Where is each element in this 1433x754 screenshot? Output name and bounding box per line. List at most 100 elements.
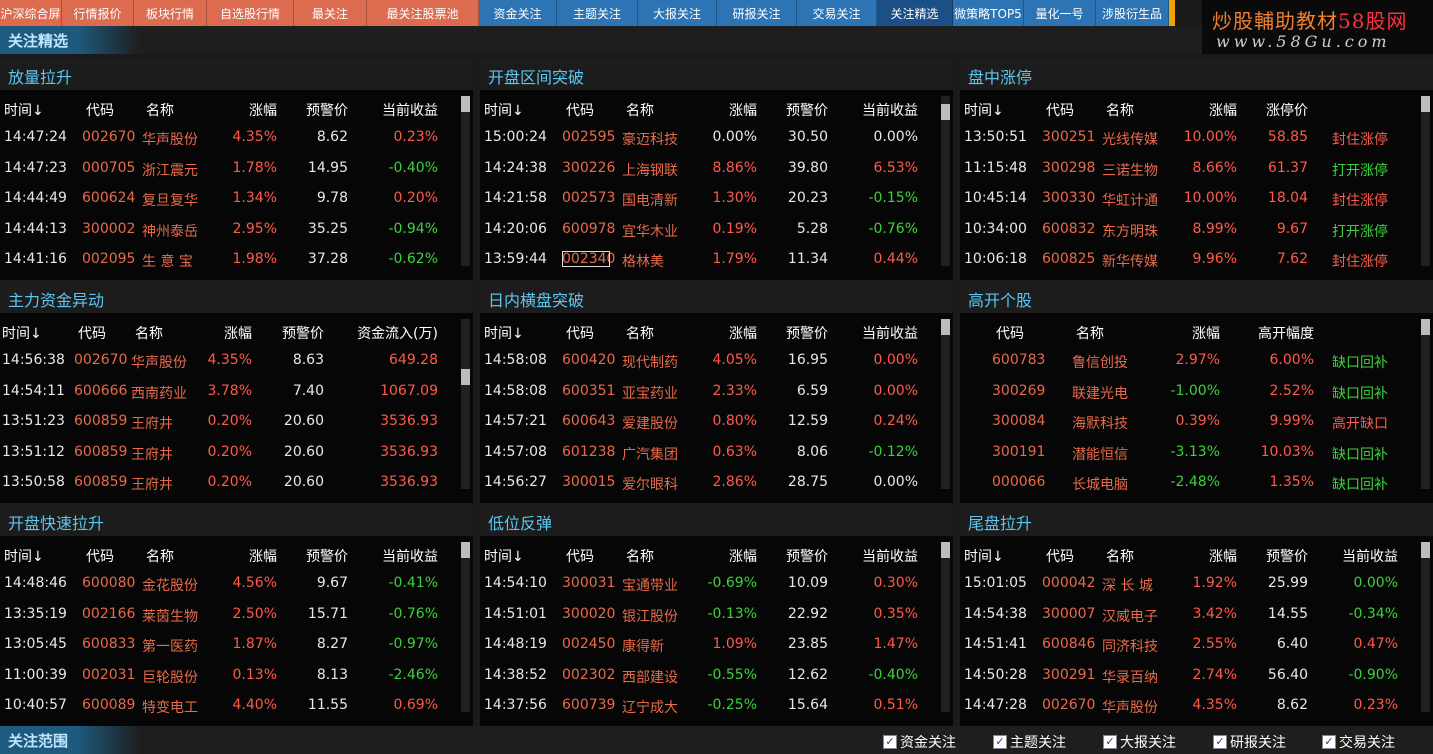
- column-header[interactable]: 涨幅: [705, 546, 757, 566]
- column-header[interactable]: 涨幅: [705, 100, 757, 120]
- column-header[interactable]: 当前收益: [352, 546, 438, 566]
- column-header[interactable]: 名称: [626, 323, 706, 343]
- checkbox-box[interactable]: ✓: [993, 735, 1007, 749]
- scrollbar-thumb[interactable]: [461, 542, 470, 558]
- table-row[interactable]: 11:00:39 002031 巨轮股份 0.13% 8.13 -2.46%: [0, 667, 455, 691]
- checkbox-box[interactable]: ✓: [883, 735, 897, 749]
- column-header[interactable]: 涨幅: [1185, 546, 1237, 566]
- column-header[interactable]: 代码: [86, 100, 138, 120]
- column-header[interactable]: 代码: [996, 323, 1048, 343]
- column-header[interactable]: 代码: [566, 546, 618, 566]
- scrollbar[interactable]: [461, 319, 470, 489]
- tab-6[interactable]: 资金关注: [479, 0, 557, 26]
- table-row[interactable]: 13:50:58 600859 王府井 0.20% 20.60 3536.93: [0, 474, 455, 498]
- checkbox-2[interactable]: ✓ 大报关注: [1103, 732, 1176, 752]
- scrollbar[interactable]: [941, 542, 950, 712]
- checkbox-0[interactable]: ✓ 资金关注: [883, 732, 956, 752]
- tab-0[interactable]: 沪深综合屏: [0, 0, 62, 26]
- table-row[interactable]: 14:51:41 600846 同济科技 2.55% 6.40 0.47%: [960, 636, 1415, 660]
- column-header[interactable]: 资金流入(万): [330, 323, 438, 343]
- table-row[interactable]: 10:40:57 600089 特变电工 4.40% 11.55 0.69%: [0, 697, 455, 721]
- table-row[interactable]: 13:51:23 600859 王府井 0.20% 20.60 3536.93: [0, 413, 455, 437]
- table-row[interactable]: 14:48:46 600080 金花股份 4.56% 9.67 -0.41%: [0, 575, 455, 599]
- table-row[interactable]: 13:59:44 002340 格林美 1.79% 11.34 0.44%: [480, 251, 935, 275]
- column-header[interactable]: 名称: [146, 100, 226, 120]
- table-row[interactable]: 15:00:24 002595 豪迈科技 0.00% 30.50 0.00%: [480, 129, 935, 153]
- table-row[interactable]: 14:58:08 600351 亚宝药业 2.33% 6.59 0.00%: [480, 383, 935, 407]
- tab-10[interactable]: 交易关注: [797, 0, 877, 26]
- table-row[interactable]: 14:20:06 600978 宜华木业 0.19% 5.28 -0.76%: [480, 221, 935, 245]
- column-header[interactable]: 名称: [146, 546, 226, 566]
- column-header[interactable]: 代码: [1046, 100, 1098, 120]
- checkbox-box[interactable]: ✓: [1103, 735, 1117, 749]
- checkbox-box[interactable]: ✓: [1322, 735, 1336, 749]
- tab-14[interactable]: 涉股衍生品: [1096, 0, 1169, 26]
- checkbox-4[interactable]: ✓ 交易关注: [1322, 732, 1395, 752]
- table-row[interactable]: 10:06:18 600825 新华传媒 9.96% 7.62 封住涨停: [960, 251, 1415, 275]
- table-row[interactable]: 14:54:10 300031 宝通带业 -0.69% 10.09 0.30%: [480, 575, 935, 599]
- column-header[interactable]: 时间↓: [484, 323, 554, 343]
- scrollbar[interactable]: [941, 319, 950, 489]
- table-row[interactable]: 13:35:19 002166 莱茵生物 2.50% 15.71 -0.76%: [0, 606, 455, 630]
- table-row[interactable]: 14:54:11 600666 西南药业 3.78% 7.40 1067.09: [0, 383, 455, 407]
- column-header[interactable]: 当前收益: [1312, 546, 1398, 566]
- column-header[interactable]: 涨幅: [1160, 323, 1220, 343]
- column-header[interactable]: 时间↓: [2, 323, 72, 343]
- table-row[interactable]: 14:21:58 002573 国电清新 1.30% 20.23 -0.15%: [480, 190, 935, 214]
- column-header[interactable]: 预警价: [258, 323, 324, 343]
- table-row[interactable]: 14:44:13 300002 神州泰岳 2.95% 35.25 -0.94%: [0, 221, 455, 245]
- tab-12[interactable]: 微策略TOP5: [953, 0, 1024, 26]
- checkbox-3[interactable]: ✓ 研报关注: [1213, 732, 1286, 752]
- column-header[interactable]: 当前收益: [832, 323, 918, 343]
- scrollbar[interactable]: [1421, 542, 1430, 712]
- column-header[interactable]: 当前收益: [832, 100, 918, 120]
- column-header[interactable]: 时间↓: [484, 546, 554, 566]
- tab-3[interactable]: 自选股行情: [207, 0, 294, 26]
- scrollbar[interactable]: [461, 96, 470, 266]
- column-header[interactable]: 涨幅: [225, 100, 277, 120]
- column-header[interactable]: 高开幅度: [1240, 323, 1314, 343]
- table-row[interactable]: 10:34:00 600832 东方明珠 8.99% 9.67 打开涨停: [960, 221, 1415, 245]
- column-header[interactable]: 涨幅: [705, 323, 757, 343]
- scrollbar-thumb[interactable]: [1421, 319, 1430, 335]
- table-row[interactable]: 13:50:51 300251 光线传媒 10.00% 58.85 封住涨停: [960, 129, 1415, 153]
- tab-5[interactable]: 最关注股票池: [367, 0, 479, 26]
- checkbox-1[interactable]: ✓ 主题关注: [993, 732, 1066, 752]
- column-header[interactable]: 涨幅: [1175, 100, 1237, 120]
- column-header[interactable]: 时间↓: [964, 546, 1034, 566]
- scrollbar-thumb[interactable]: [941, 542, 950, 558]
- column-header[interactable]: 名称: [1106, 100, 1186, 120]
- checkbox-box[interactable]: ✓: [1213, 735, 1227, 749]
- table-row[interactable]: 14:44:49 600624 复旦复华 1.34% 9.78 0.20%: [0, 190, 455, 214]
- scrollbar[interactable]: [941, 96, 950, 266]
- table-row[interactable]: 14:37:56 600739 辽宁成大 -0.25% 15.64 0.51%: [480, 697, 935, 721]
- scrollbar-thumb[interactable]: [461, 96, 470, 112]
- column-header[interactable]: 代码: [1046, 546, 1098, 566]
- scrollbar-thumb[interactable]: [941, 104, 950, 120]
- table-row[interactable]: 13:51:12 600859 王府井 0.20% 20.60 3536.93: [0, 444, 455, 468]
- column-header[interactable]: 名称: [1076, 323, 1156, 343]
- scrollbar[interactable]: [1421, 319, 1430, 489]
- column-header[interactable]: 代码: [566, 323, 618, 343]
- column-header[interactable]: 代码: [566, 100, 618, 120]
- column-header[interactable]: 时间↓: [4, 100, 74, 120]
- table-row[interactable]: 14:50:28 300291 华录百纳 2.74% 56.40 -0.90%: [960, 667, 1415, 691]
- table-row[interactable]: 300084 海默科技 0.39% 9.99% 高开缺口: [960, 413, 1415, 437]
- column-header[interactable]: 预警价: [282, 546, 348, 566]
- table-row[interactable]: 300269 联建光电 -1.00% 2.52% 缺口回补: [960, 383, 1415, 407]
- tab-9[interactable]: 研报关注: [717, 0, 797, 26]
- table-row[interactable]: 10:45:14 300330 华虹计通 10.00% 18.04 封住涨停: [960, 190, 1415, 214]
- column-header[interactable]: 预警价: [762, 546, 828, 566]
- table-row[interactable]: 14:47:23 000705 浙江震元 1.78% 14.95 -0.40%: [0, 160, 455, 184]
- column-header[interactable]: 涨幅: [200, 323, 252, 343]
- tab-2[interactable]: 板块行情: [134, 0, 207, 26]
- tab-1[interactable]: 行情报价: [62, 0, 134, 26]
- table-row[interactable]: 14:38:52 002302 西部建设 -0.55% 12.62 -0.40%: [480, 667, 935, 691]
- table-row[interactable]: 11:15:48 300298 三诺生物 8.66% 61.37 打开涨停: [960, 160, 1415, 184]
- column-header[interactable]: 名称: [626, 100, 706, 120]
- column-header[interactable]: 预警价: [282, 100, 348, 120]
- column-header[interactable]: 时间↓: [4, 546, 74, 566]
- table-row[interactable]: 13:05:45 600833 第一医药 1.87% 8.27 -0.97%: [0, 636, 455, 660]
- tab-7[interactable]: 主题关注: [557, 0, 638, 26]
- column-header[interactable]: 代码: [78, 323, 130, 343]
